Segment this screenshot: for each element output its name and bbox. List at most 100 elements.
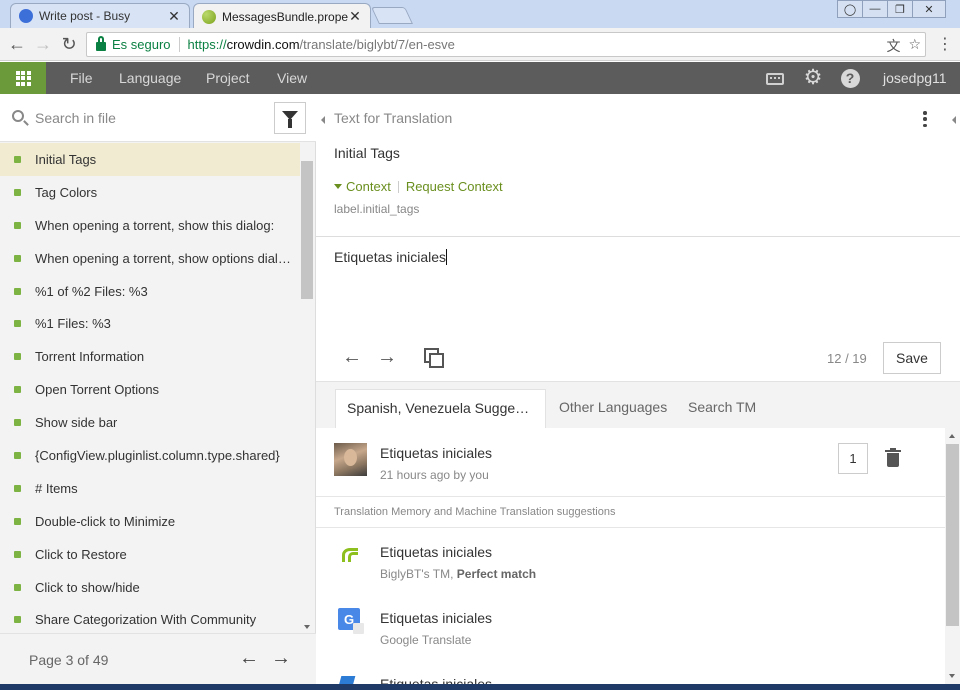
tm-suggestion[interactable]: Etiquetas iniciales BiglyBT's TM, Perfec…	[316, 528, 945, 594]
context-key: label.initial_tags	[334, 202, 420, 216]
collapse-right-icon[interactable]	[952, 116, 956, 124]
string-list-item[interactable]: Initial Tags	[0, 143, 300, 176]
string-list-item[interactable]: Show side bar	[0, 406, 300, 439]
string-list-item[interactable]: When opening a torrent, show this dialog…	[0, 209, 300, 242]
browser-tab-label: MessagesBundle.properti	[222, 9, 348, 24]
browser-tab-busy[interactable]: Write post - Busy ✕	[10, 3, 190, 28]
suggestions-scrollbar[interactable]	[945, 428, 960, 684]
tab-language-suggestions[interactable]: Spanish, Venezuela Suggestions	[335, 389, 546, 429]
chrome-menu-icon[interactable]: ⋮	[934, 33, 956, 55]
status-dot-icon	[14, 254, 21, 262]
scroll-down-icon[interactable]	[304, 625, 310, 629]
scroll-up-icon[interactable]	[949, 434, 955, 438]
status-dot-icon	[14, 419, 21, 427]
string-label: Double-click to Minimize	[35, 513, 176, 529]
menu-language[interactable]: Language	[119, 62, 181, 94]
request-context-link[interactable]: Request Context	[406, 179, 503, 194]
string-list-item[interactable]: Tag Colors	[0, 176, 300, 209]
string-list-item[interactable]: When opening a torrent, show options dia…	[0, 242, 300, 275]
status-dot-icon	[14, 287, 21, 295]
secure-label: Es seguro	[112, 37, 171, 52]
string-list-item[interactable]: %1 Files: %3	[0, 307, 300, 340]
menu-view[interactable]: View	[277, 62, 307, 94]
address-bar: ← → ↻ Es seguro https://crowdin.com/tran…	[0, 28, 960, 61]
suggestions-list: Etiquetas iniciales 21 hours ago by you …	[316, 428, 945, 684]
mt-suggestion[interactable]: G Etiquetas iniciales Google Translate	[316, 594, 945, 660]
crowdin-icon	[202, 9, 216, 24]
tab-search-tm[interactable]: Search TM	[677, 389, 767, 429]
status-dot-icon	[14, 353, 21, 361]
suggestion-tabs: Spanish, Venezuela Suggestions Other Lan…	[316, 381, 960, 429]
suggestion-text: Etiquetas iniciales	[380, 445, 493, 461]
new-tab-button[interactable]	[371, 7, 413, 24]
menu-project[interactable]: Project	[206, 62, 250, 94]
scrollbar-thumb[interactable]	[946, 444, 959, 626]
tab-other-languages[interactable]: Other Languages	[548, 389, 678, 429]
keyboard-icon[interactable]	[765, 68, 785, 88]
copy-source-icon[interactable]	[424, 348, 444, 368]
browser-tab-bar: Write post - Busy ✕ MessagesBundle.prope…	[0, 0, 960, 29]
status-dot-icon	[14, 451, 21, 459]
url-field[interactable]: Es seguro https://crowdin.com/translate/…	[86, 32, 926, 57]
os-taskbar	[0, 684, 960, 690]
string-list-item[interactable]: Share Categorization With Community	[0, 603, 300, 633]
forward-icon[interactable]: →	[32, 33, 54, 55]
help-icon[interactable]: ?	[840, 68, 860, 88]
string-list-item[interactable]: # Items	[0, 472, 300, 505]
user-icon[interactable]: ◯	[837, 0, 863, 18]
string-label: Tag Colors	[35, 184, 98, 200]
divider	[316, 496, 945, 497]
status-dot-icon	[14, 221, 21, 229]
string-list-scrollbar[interactable]	[300, 143, 315, 633]
previous-string-icon[interactable]: ←	[342, 346, 362, 369]
next-string-icon[interactable]: →	[377, 346, 397, 369]
trash-icon[interactable]	[885, 448, 901, 467]
tm-source: BiglyBT's TM,	[380, 567, 454, 581]
username[interactable]: josedpg11	[883, 62, 947, 94]
scrollbar-thumb[interactable]	[301, 161, 313, 299]
search-input[interactable]	[35, 106, 255, 130]
more-options-icon[interactable]	[918, 110, 932, 128]
reload-icon[interactable]: ↻	[58, 33, 80, 55]
string-label: Share Categorization With Community	[35, 612, 257, 628]
next-page-icon[interactable]: →	[271, 647, 291, 670]
string-list: Initial Tags Tag Colors When opening a tor…	[0, 143, 300, 633]
string-list-item[interactable]: Click to Restore	[0, 538, 300, 571]
mt-suggestion[interactable]: Etiquetas iniciales	[316, 660, 945, 684]
restore-icon[interactable]: ❐	[887, 0, 913, 18]
filter-button[interactable]	[274, 102, 306, 134]
browser-tab-messagesbundle[interactable]: MessagesBundle.properti ✕	[193, 3, 371, 29]
string-list-item[interactable]: Torrent Information	[0, 340, 300, 373]
menu-file[interactable]: File	[70, 62, 93, 94]
url-host: crowdin.com	[226, 37, 300, 52]
close-window-icon[interactable]: ✕	[912, 0, 946, 18]
minimize-icon[interactable]: —	[862, 0, 888, 18]
suggestion-meta: 21 hours ago by you	[380, 468, 489, 482]
translation-textarea[interactable]: Etiquetas iniciales	[316, 237, 960, 334]
string-list-item[interactable]: Click to show/hide	[0, 571, 300, 604]
window-controls: ◯ — ❐ ✕	[837, 0, 946, 20]
string-list-item[interactable]: %1 of %2 Files: %3	[0, 275, 300, 308]
string-list-item[interactable]: Open Torrent Options	[0, 373, 300, 406]
star-icon[interactable]: ☆	[908, 36, 921, 56]
close-icon[interactable]: ✕	[348, 8, 362, 25]
status-dot-icon	[14, 616, 21, 624]
close-icon[interactable]: ✕	[167, 8, 181, 25]
previous-page-icon[interactable]: ←	[239, 647, 259, 670]
translate-icon[interactable]: 文	[886, 36, 900, 56]
gear-icon[interactable]: ⚙	[803, 67, 823, 88]
vote-count[interactable]: 1	[838, 443, 868, 474]
context-toggle[interactable]: Context	[346, 179, 391, 194]
string-list-item[interactable]: Double-click to Minimize	[0, 505, 300, 538]
apps-grid-button[interactable]	[0, 62, 46, 94]
caret-down-icon	[334, 184, 342, 189]
avatar	[334, 443, 367, 476]
save-button[interactable]: Save	[883, 342, 941, 374]
scroll-down-icon[interactable]	[949, 674, 955, 678]
back-icon[interactable]: ←	[6, 33, 28, 55]
lock-icon	[96, 36, 106, 51]
user-suggestion[interactable]: Etiquetas iniciales 21 hours ago by you …	[316, 428, 945, 496]
collapse-left-icon[interactable]	[321, 116, 325, 124]
string-list-item[interactable]: {ConfigView.pluginlist.column.type.share…	[0, 439, 300, 472]
string-label: When opening a torrent, show options dia…	[35, 250, 291, 266]
